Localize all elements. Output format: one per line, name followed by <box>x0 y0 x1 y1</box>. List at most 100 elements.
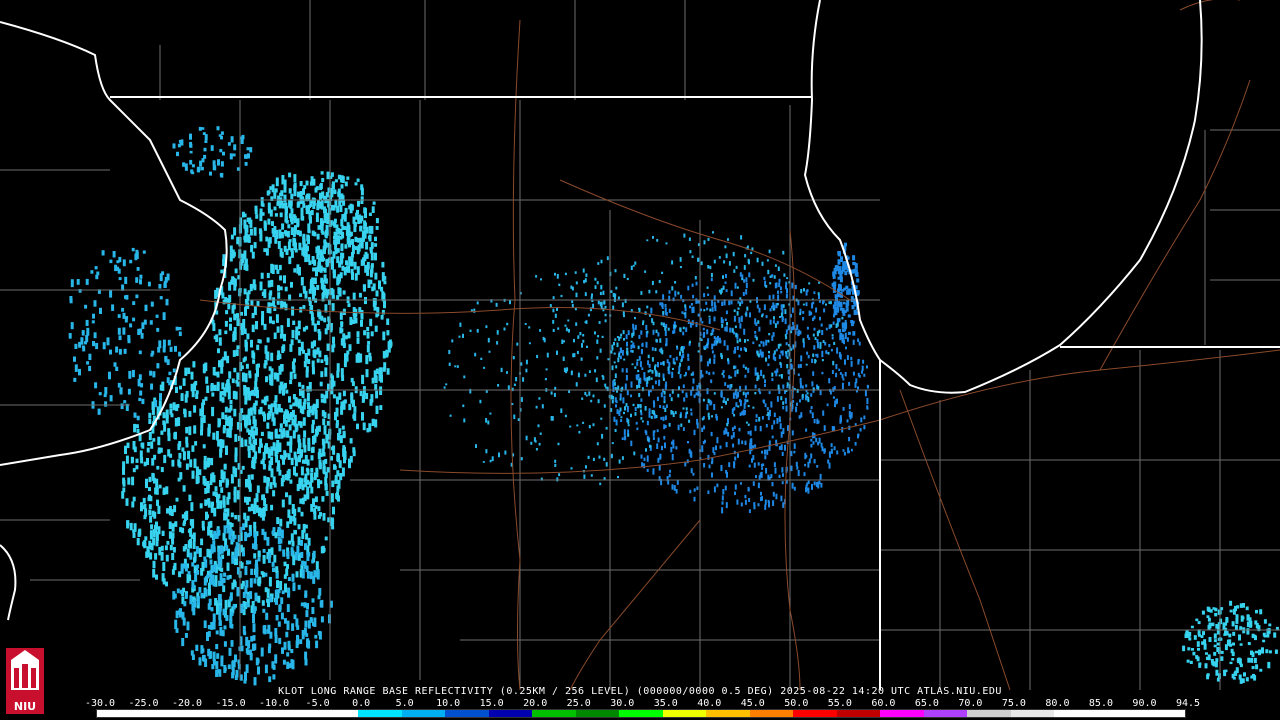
echo-pixel <box>163 454 167 464</box>
echo-pixel <box>334 179 338 183</box>
echo-pixel <box>315 640 319 649</box>
echo-pixel <box>683 233 686 238</box>
echo-pixel <box>294 551 298 561</box>
echo-pixel <box>744 366 747 370</box>
echo-pixel <box>778 282 781 288</box>
echo-pixel <box>203 556 207 562</box>
echo-pixel <box>656 239 659 242</box>
echo-pixel <box>448 349 451 355</box>
echo-pixel <box>528 326 531 329</box>
echo-pixel <box>125 455 129 464</box>
echo-pixel <box>342 342 346 348</box>
echo-pixel <box>285 631 289 638</box>
echo-pixel <box>679 414 682 419</box>
echo-pixel <box>230 611 234 616</box>
echo-pixel <box>132 496 136 502</box>
echo-pixel <box>347 265 351 273</box>
echo-pixel <box>1253 657 1257 664</box>
echo-pixel <box>300 341 304 352</box>
echo-pixel <box>344 244 348 249</box>
echo-pixel <box>221 382 225 390</box>
echo-pixel <box>1247 642 1251 646</box>
echo-pixel <box>270 279 274 287</box>
echo-pixel <box>772 294 775 299</box>
echo-pixel <box>358 292 362 298</box>
echo-pixel <box>720 406 723 409</box>
echo-pixel <box>604 305 607 309</box>
echo-pixel <box>224 320 228 327</box>
echo-pixel <box>299 421 303 428</box>
echo-pixel <box>249 578 253 588</box>
echo-pixel <box>216 494 219 503</box>
echo-pixel <box>571 286 574 291</box>
echo-pixel <box>157 347 161 353</box>
echo-pixel <box>299 293 303 297</box>
echo-pixel <box>190 169 194 174</box>
echo-pixel <box>274 235 278 244</box>
echo-pixel <box>336 363 340 373</box>
echo-pixel <box>743 328 746 335</box>
echo-pixel <box>314 409 318 420</box>
echo-pixel <box>132 317 136 322</box>
echo-pixel <box>734 456 737 461</box>
echo-pixel <box>308 288 312 294</box>
echo-pixel <box>456 365 459 368</box>
echo-pixel <box>356 266 360 275</box>
echo-pixel <box>320 220 324 226</box>
echo-pixel <box>248 524 252 532</box>
scale-label: -10.0 <box>259 698 290 709</box>
echo-pixel <box>1193 635 1197 640</box>
echo-pixel <box>253 406 257 415</box>
echo-pixel <box>744 398 747 405</box>
echo-pixel <box>656 396 659 401</box>
echo-pixel <box>806 334 809 339</box>
echo-pixel <box>103 393 107 398</box>
echo-pixel <box>632 403 635 407</box>
echo-pixel <box>356 209 359 214</box>
echo-pixel <box>756 304 759 309</box>
echo-pixel <box>319 182 323 189</box>
echo-pixel <box>296 201 300 208</box>
echo-pixel <box>1262 639 1266 643</box>
echo-pixel <box>286 318 290 327</box>
echo-pixel <box>232 331 236 338</box>
echo-pixel <box>241 211 245 218</box>
echo-pixel <box>172 591 176 600</box>
echo-pixel <box>681 311 684 314</box>
echo-pixel <box>1206 615 1210 618</box>
echo-pixel <box>651 280 654 286</box>
echo-pixel <box>140 505 144 509</box>
echo-pixel <box>193 425 197 434</box>
echo-pixel <box>634 412 637 416</box>
echo-pixel <box>340 245 344 250</box>
echo-pixel <box>291 409 295 418</box>
echo-pixel <box>784 318 787 325</box>
echo-pixel <box>538 397 541 400</box>
echo-pixel <box>790 450 793 457</box>
echo-pixel <box>324 476 328 486</box>
echo-pixel <box>306 639 309 648</box>
echo-pixel <box>1211 622 1215 627</box>
colorbar-segment <box>1097 710 1142 717</box>
echo-pixel <box>152 529 156 538</box>
echo-pixel <box>703 425 706 430</box>
echo-pixel <box>240 583 244 590</box>
echo-pixel <box>273 226 277 234</box>
echo-pixel <box>852 339 855 345</box>
echo-pixel <box>735 332 738 338</box>
echo-pixel <box>485 418 488 423</box>
echo-pixel <box>298 382 302 387</box>
echo-pixel <box>302 402 306 410</box>
echo-pixel <box>845 285 849 290</box>
echo-pixel <box>625 403 628 407</box>
echo-pixel <box>1231 651 1235 657</box>
echo-pixel <box>174 619 178 630</box>
echo-pixel <box>692 306 695 313</box>
echo-pixel <box>213 384 217 391</box>
echo-pixel <box>267 477 270 482</box>
echo-pixel <box>366 261 370 270</box>
echo-pixel <box>264 345 268 354</box>
echo-pixel <box>806 351 809 355</box>
echo-pixel <box>176 588 180 594</box>
echo-pixel <box>606 256 609 261</box>
